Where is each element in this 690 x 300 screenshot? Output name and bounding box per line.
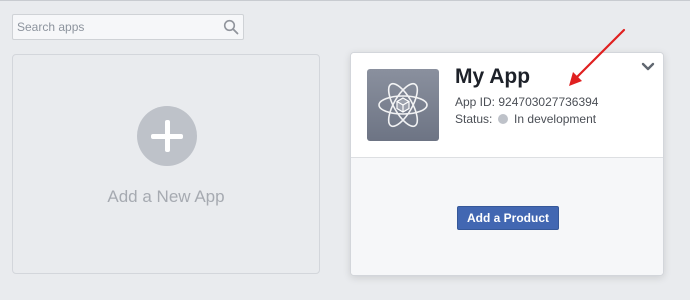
search-input[interactable] [13, 15, 223, 39]
search-box[interactable] [12, 14, 244, 40]
search-icon[interactable] [223, 19, 239, 35]
atom-icon[interactable] [367, 69, 439, 141]
add-new-app-label[interactable]: Add a New App [13, 187, 319, 207]
app-id-label: App ID: [455, 95, 496, 109]
red-arrow-icon [569, 28, 626, 86]
add-new-app-card[interactable]: Add a New App [12, 54, 320, 274]
chevron-down-icon[interactable] [641, 62, 655, 72]
app-id-value: 924703027736394 [498, 95, 599, 109]
status-dot-icon [497, 114, 508, 124]
add-product-button[interactable]: Add a Product [457, 206, 559, 230]
status-row: Status: In development [455, 112, 596, 126]
app-id-row: App ID: 924703027736394 [455, 95, 598, 109]
plus-circle-icon[interactable] [137, 106, 197, 166]
status-label: Status: [455, 112, 493, 126]
app-card-body: Add a Product [351, 157, 663, 275]
app-name[interactable]: My App [455, 65, 530, 89]
status-value: In development [514, 112, 597, 126]
top-divider [0, 0, 690, 1]
